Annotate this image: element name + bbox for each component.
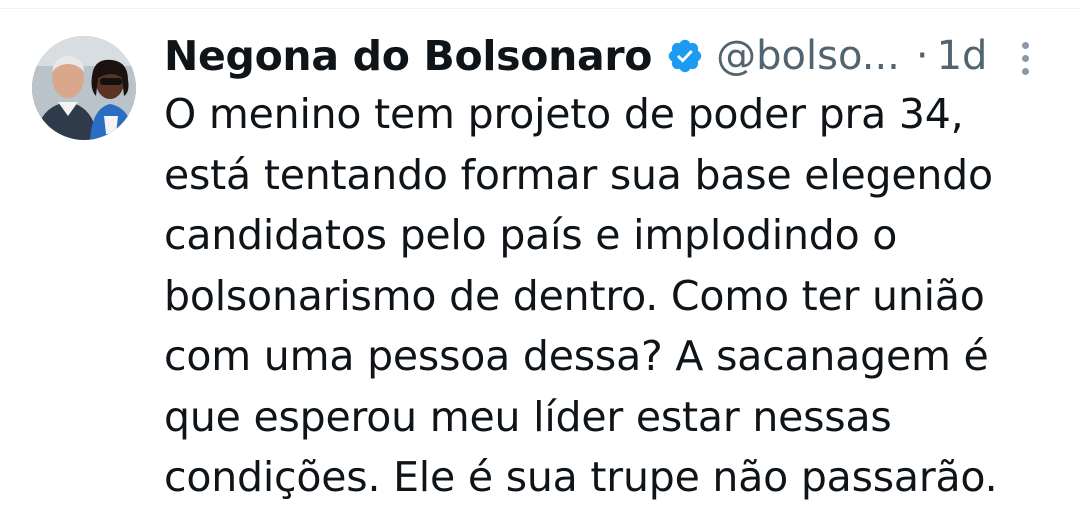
tweet-text: O menino tem projeto de poder pra 34, es… — [164, 84, 1054, 508]
more-dot — [1021, 54, 1029, 62]
verified-badge-icon[interactable] — [666, 37, 704, 75]
author-display-name[interactable]: Negona do Bolsonaro — [164, 32, 652, 80]
top-divider — [0, 0, 1080, 9]
separator-dot: · — [915, 33, 929, 79]
tweet-text-line: O menino tem projeto de poder pra 34, — [164, 90, 964, 138]
tweet-text-line: bolsonarismo de dentro. Como ter união — [164, 271, 985, 320]
tweet-text-line: com uma pessoa dessa? A sacanagem é — [164, 332, 989, 380]
tweet-text-line: está tentando formar sua base elegendo — [164, 150, 993, 199]
more-vertical-icon — [1021, 41, 1029, 49]
tweet-header: Negona do Bolsonaro @bolso... · 1d — [164, 26, 1044, 86]
tweet-text-line: que esperou meu líder estar nessas — [164, 392, 892, 441]
more-dot — [1021, 67, 1029, 75]
avatar[interactable] — [32, 36, 136, 140]
more-options-button[interactable] — [1012, 36, 1038, 80]
tweet-text-line: condições. Ele é sua trupe não passarão. — [164, 453, 998, 501]
tweet-text-line: candidatos pelo país e implodindo o — [164, 211, 898, 259]
profile-photo-icon — [32, 36, 136, 140]
timestamp[interactable]: 1d — [937, 33, 988, 79]
author-handle[interactable]: @bolso... — [716, 33, 900, 79]
